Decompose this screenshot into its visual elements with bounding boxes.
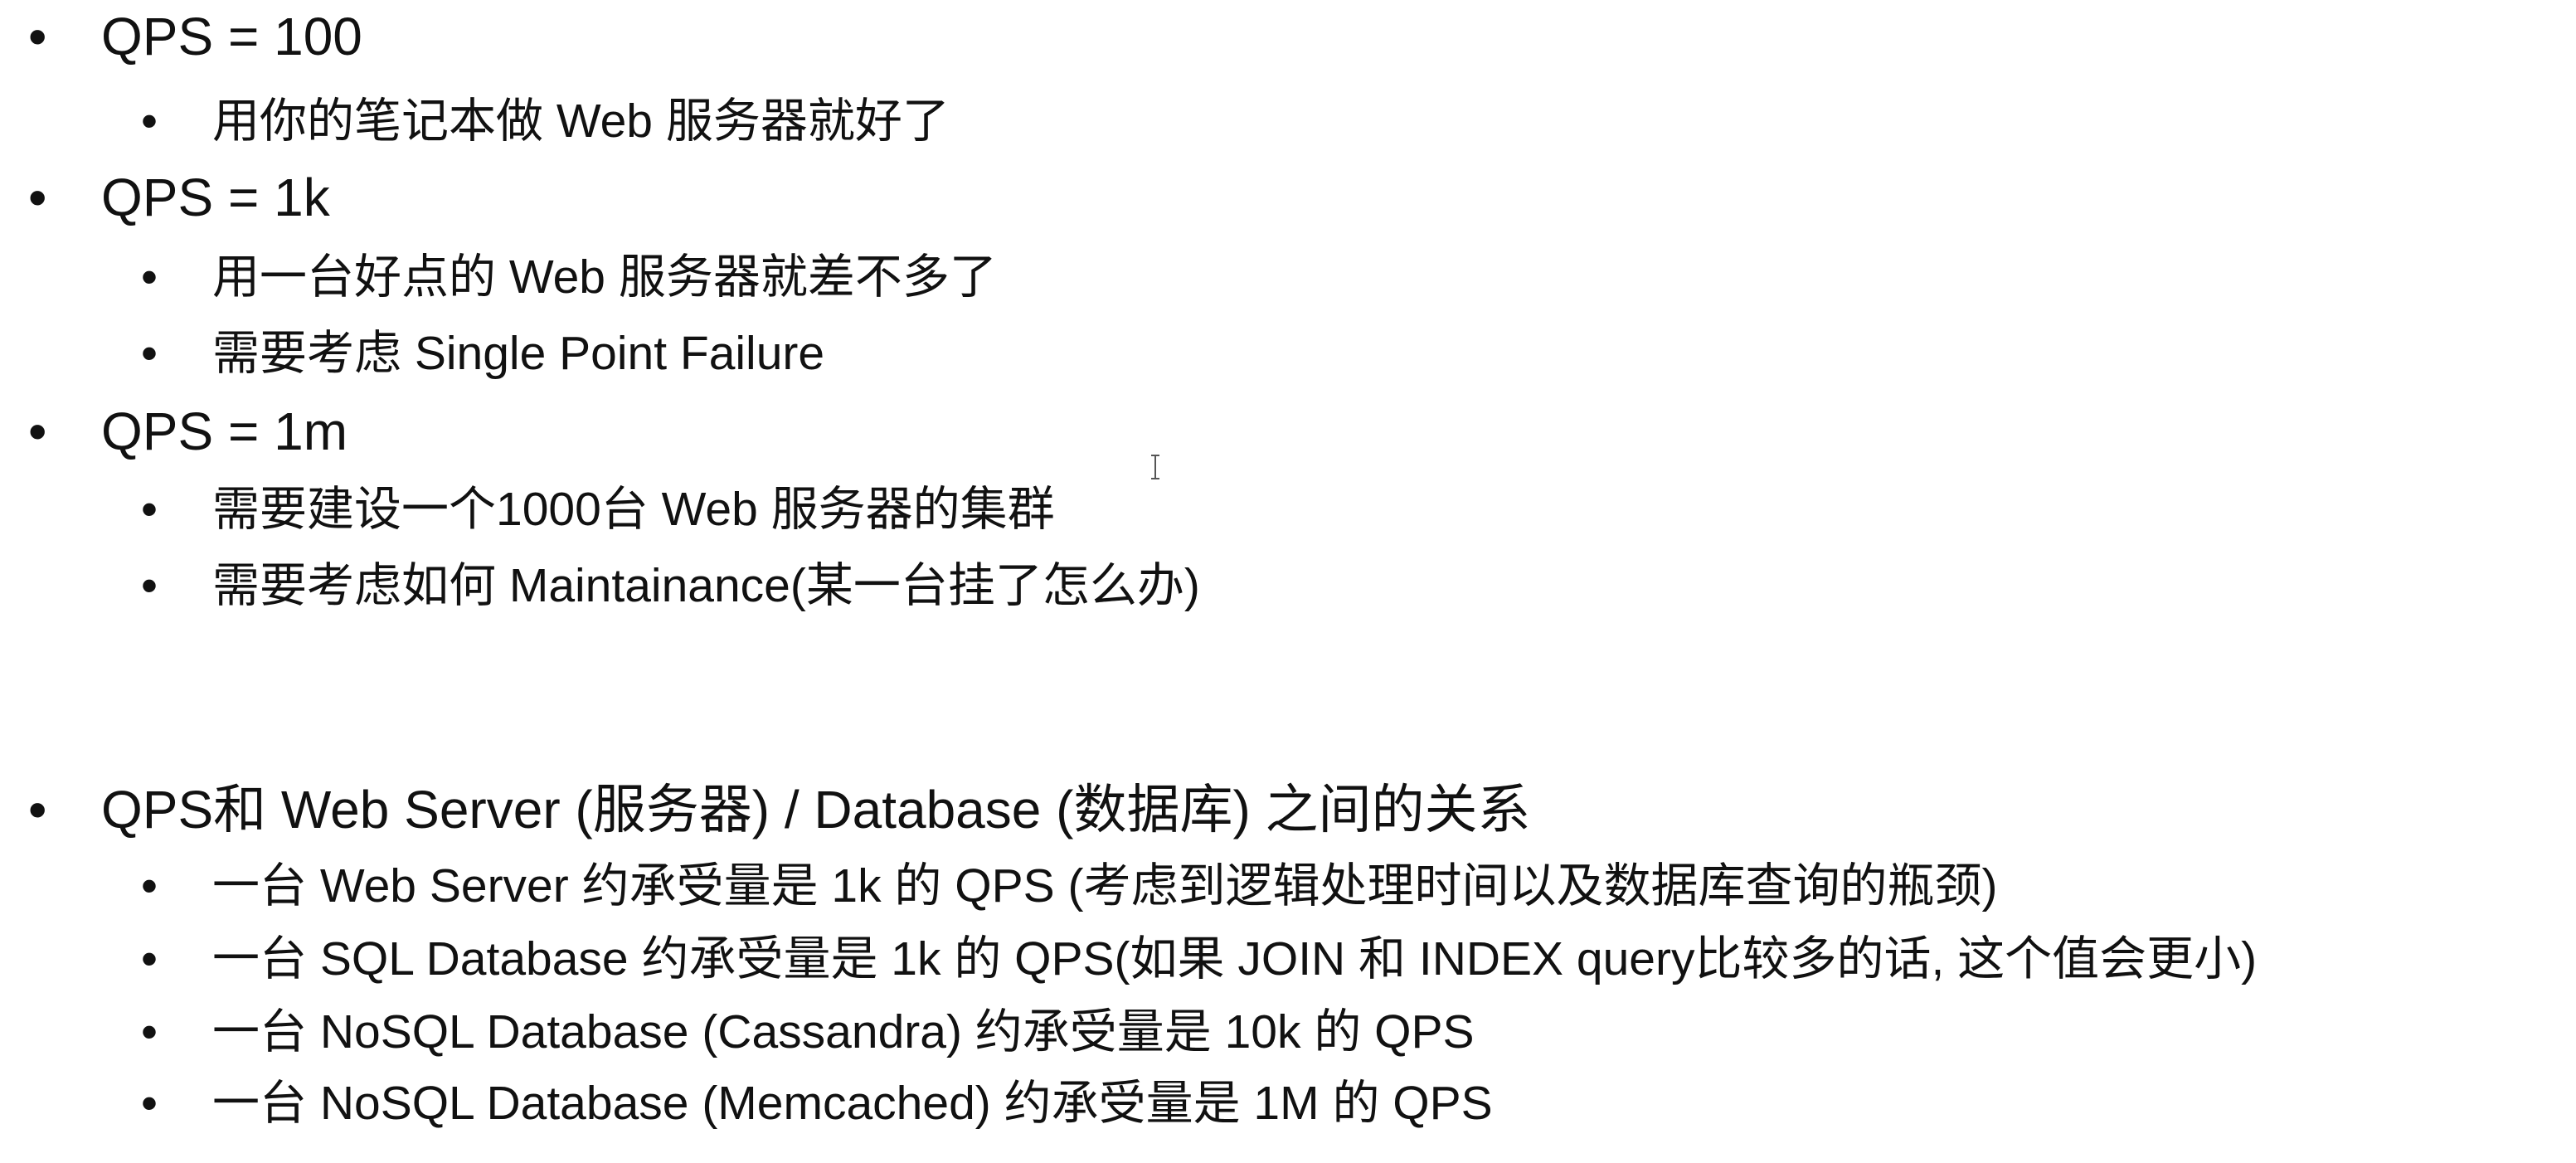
bullet-text: 用你的笔记本做 Web 服务器就好了 bbox=[212, 95, 950, 148]
bullet-text: 需要考虑 Single Point Failure bbox=[212, 327, 825, 380]
bullet-item-level2: • 一台 NoSQL Database (Memcached) 约承受量是 1M… bbox=[141, 1077, 1493, 1130]
bullet-marker: • bbox=[141, 1005, 158, 1058]
bullet-marker: • bbox=[141, 559, 158, 612]
bullet-item-level2: • 需要考虑如何 Maintainance(某一台挂了怎么办) bbox=[141, 559, 1200, 612]
bullet-item-level2: • 需要考虑 Single Point Failure bbox=[141, 327, 825, 380]
bullet-text: 一台 NoSQL Database (Cassandra) 约承受量是 10k … bbox=[212, 1005, 1475, 1058]
bullet-item-level2: • 一台 NoSQL Database (Cassandra) 约承受量是 10… bbox=[141, 1005, 1475, 1058]
bullet-item-level1: • QPS和 Web Server (服务器) / Database (数据库)… bbox=[28, 780, 1531, 839]
bullet-text: QPS和 Web Server (服务器) / Database (数据库) 之… bbox=[101, 780, 1531, 839]
bullet-item-level1: • QPS = 100 bbox=[28, 7, 362, 66]
bullet-text: 需要考虑如何 Maintainance(某一台挂了怎么办) bbox=[212, 559, 1200, 612]
bullet-marker: • bbox=[141, 932, 158, 985]
bullet-marker: • bbox=[141, 1077, 158, 1130]
bullet-marker: • bbox=[28, 168, 47, 227]
slide-content: • QPS = 100 • 用你的笔记本做 Web 服务器就好了 • QPS =… bbox=[0, 0, 2576, 1163]
bullet-item-level2: • 用一台好点的 Web 服务器就差不多了 bbox=[141, 251, 997, 304]
bullet-marker: • bbox=[141, 95, 158, 148]
bullet-marker: • bbox=[141, 251, 158, 304]
bullet-item-level1: • QPS = 1k bbox=[28, 168, 330, 227]
bullet-marker: • bbox=[141, 859, 158, 912]
bullet-marker: • bbox=[28, 7, 47, 66]
text-cursor-icon bbox=[1151, 455, 1159, 479]
bullet-item-level1: • QPS = 1m bbox=[28, 401, 348, 461]
bullet-text: 一台 Web Server 约承受量是 1k 的 QPS (考虑到逻辑处理时间以… bbox=[212, 859, 1998, 912]
bullet-marker: • bbox=[28, 401, 47, 461]
bullet-text: 一台 SQL Database 约承受量是 1k 的 QPS(如果 JOIN 和… bbox=[212, 932, 2258, 985]
bullet-text: 需要建设一个1000台 Web 服务器的集群 bbox=[212, 483, 1055, 536]
bullet-text: 用一台好点的 Web 服务器就差不多了 bbox=[212, 251, 997, 304]
bullet-marker: • bbox=[141, 327, 158, 380]
bullet-text: QPS = 1k bbox=[101, 168, 330, 227]
bullet-text: QPS = 1m bbox=[101, 401, 348, 461]
bullet-item-level2: • 一台 Web Server 约承受量是 1k 的 QPS (考虑到逻辑处理时… bbox=[141, 859, 1998, 912]
bullet-text: 一台 NoSQL Database (Memcached) 约承受量是 1M 的… bbox=[212, 1077, 1493, 1130]
bullet-item-level2: • 用你的笔记本做 Web 服务器就好了 bbox=[141, 95, 950, 148]
bullet-marker: • bbox=[28, 780, 47, 839]
bullet-item-level2: • 一台 SQL Database 约承受量是 1k 的 QPS(如果 JOIN… bbox=[141, 932, 2258, 985]
bullet-item-level2: • 需要建设一个1000台 Web 服务器的集群 bbox=[141, 483, 1055, 536]
bullet-marker: • bbox=[141, 483, 158, 536]
bullet-text: QPS = 100 bbox=[101, 7, 362, 66]
